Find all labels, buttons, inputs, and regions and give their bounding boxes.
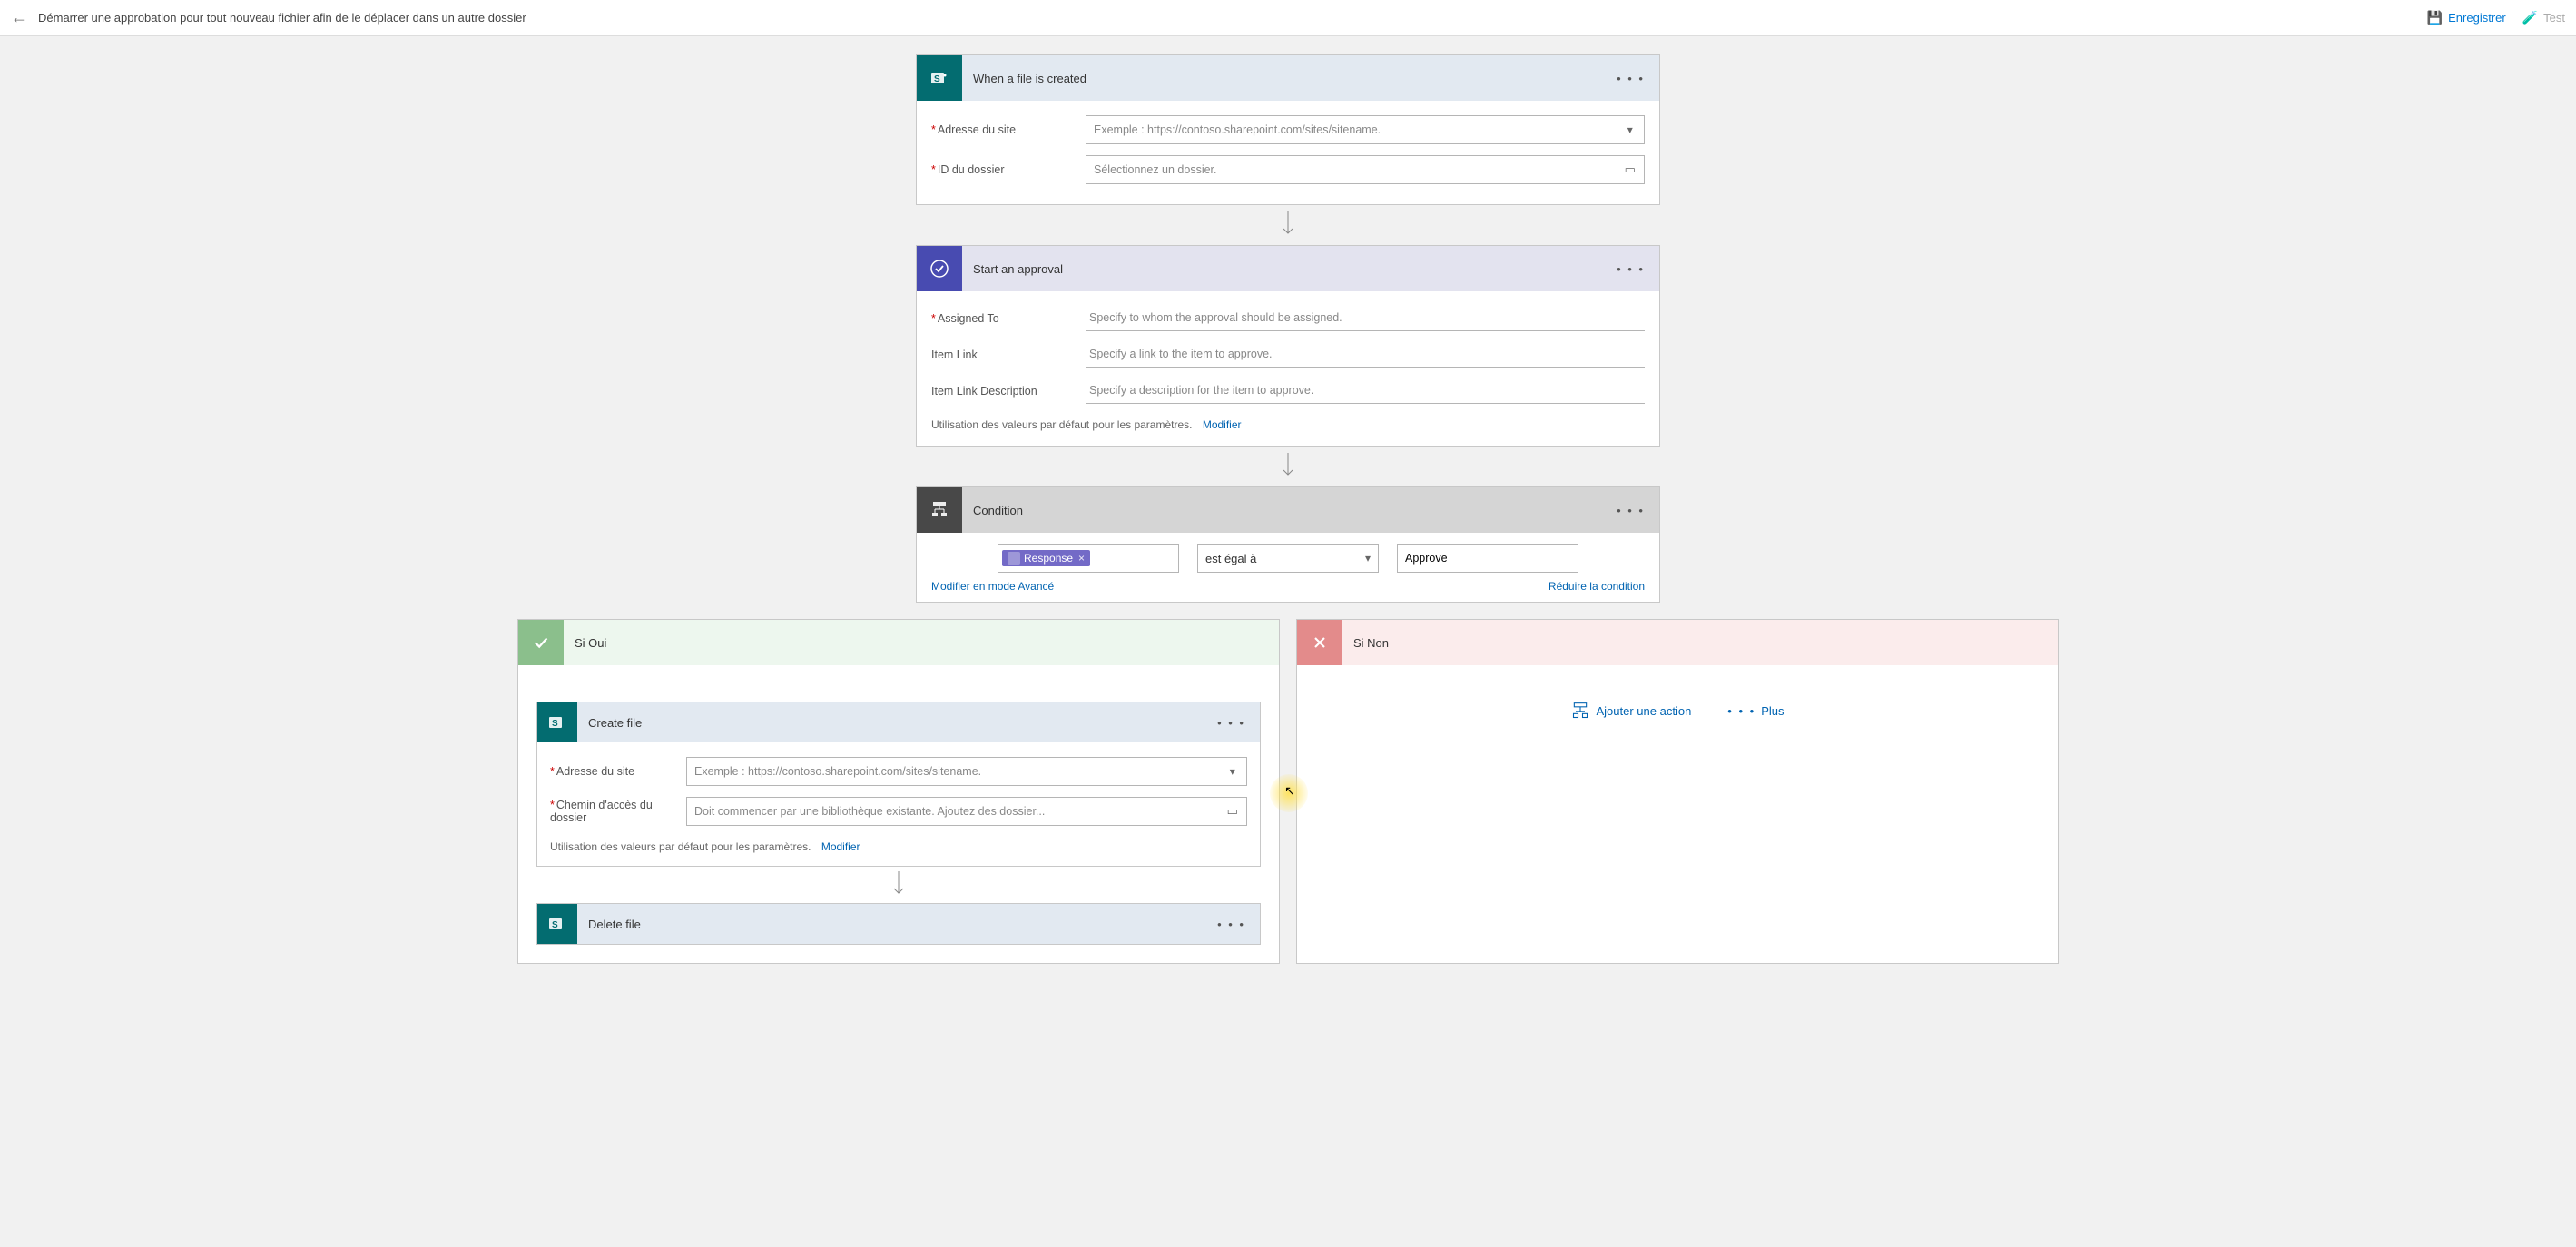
save-label: Enregistrer bbox=[2448, 11, 2506, 25]
cf-defaults-text: Utilisation des valeurs par défaut pour … bbox=[550, 840, 811, 853]
item-link-input[interactable] bbox=[1086, 342, 1645, 366]
folder-picker-icon[interactable]: ▭ bbox=[1617, 156, 1644, 183]
add-action-button[interactable]: Ajouter une action bbox=[1571, 702, 1692, 720]
condition-title: Condition bbox=[973, 504, 1023, 517]
site-address-label: Adresse du site bbox=[931, 123, 1086, 136]
step-when-file-created: S When a file is created • • • Adresse d… bbox=[916, 54, 1660, 205]
create-file-header[interactable]: S Create file • • • bbox=[537, 702, 1260, 742]
site-address-field[interactable]: ▾ bbox=[1086, 115, 1645, 144]
delete-file-title: Delete file bbox=[588, 918, 641, 931]
condition-left-field[interactable]: Response × bbox=[998, 544, 1179, 573]
cf-site-field[interactable]: ▾ bbox=[686, 757, 1247, 786]
branch-no-title: Si Non bbox=[1353, 636, 1389, 650]
step1-title: When a file is created bbox=[973, 72, 1086, 85]
step-condition: Condition • • • Response × est égal à ▾ bbox=[916, 486, 1660, 603]
token-icon bbox=[1008, 552, 1020, 565]
page-title: Démarrer une approbation pour tout nouve… bbox=[38, 11, 526, 25]
folder-id-field[interactable]: ▭ bbox=[1086, 155, 1645, 184]
test-label: Test bbox=[2543, 11, 2565, 25]
add-action-label: Ajouter une action bbox=[1597, 704, 1692, 718]
svg-text:S: S bbox=[552, 719, 558, 729]
create-file-menu[interactable]: • • • bbox=[1215, 712, 1247, 733]
back-button[interactable]: ← bbox=[11, 8, 27, 27]
step2-menu[interactable]: • • • bbox=[1615, 259, 1647, 280]
item-link-desc-field[interactable] bbox=[1086, 378, 1645, 404]
sharepoint-icon: S bbox=[537, 904, 577, 944]
step1-header[interactable]: S When a file is created • • • bbox=[917, 55, 1659, 101]
save-icon: 💾 bbox=[2427, 10, 2443, 25]
token-label: Response bbox=[1024, 552, 1073, 565]
flow-arrow bbox=[891, 867, 906, 903]
assigned-to-field[interactable] bbox=[1086, 306, 1645, 331]
cf-path-label: Chemin d'accès du dossier bbox=[550, 799, 686, 824]
folder-picker-icon[interactable]: ▭ bbox=[1219, 798, 1246, 825]
delete-file-menu[interactable]: • • • bbox=[1215, 914, 1247, 935]
defaults-text: Utilisation des valeurs par défaut pour … bbox=[931, 418, 1192, 431]
flow-arrow bbox=[1281, 205, 1295, 245]
branch-yes-header: Si Oui bbox=[518, 620, 1279, 665]
cf-site-label: Adresse du site bbox=[550, 765, 686, 778]
condition-header[interactable]: Condition • • • bbox=[917, 487, 1659, 533]
step-start-approval: Start an approval • • • Assigned To Item… bbox=[916, 245, 1660, 447]
step2-header[interactable]: Start an approval • • • bbox=[917, 246, 1659, 291]
site-address-input[interactable] bbox=[1086, 116, 1617, 143]
step-delete-file: S Delete file • • • bbox=[536, 903, 1261, 945]
folder-id-input[interactable] bbox=[1086, 156, 1617, 183]
chevron-down-icon[interactable]: ▾ bbox=[1219, 758, 1246, 785]
folder-id-label: ID du dossier bbox=[931, 163, 1086, 176]
advanced-mode-link[interactable]: Modifier en mode Avancé bbox=[931, 580, 1054, 593]
sharepoint-icon: S bbox=[537, 702, 577, 742]
more-button[interactable]: • • • Plus bbox=[1727, 704, 1784, 718]
check-icon bbox=[518, 620, 564, 665]
condition-icon bbox=[917, 487, 962, 533]
chevron-down-icon: ▾ bbox=[1365, 552, 1371, 565]
branch-no-header: Si Non bbox=[1297, 620, 2058, 665]
step1-menu[interactable]: • • • bbox=[1615, 68, 1647, 89]
item-link-desc-label: Item Link Description bbox=[931, 385, 1086, 398]
branch-yes: Si Oui S Create file • • • Adresse du si… bbox=[517, 619, 1280, 964]
cf-site-input[interactable] bbox=[687, 758, 1219, 785]
response-token[interactable]: Response × bbox=[1002, 550, 1090, 566]
item-link-field[interactable] bbox=[1086, 342, 1645, 368]
branch-no: Si Non Ajouter une action • • • Plus ↖ bbox=[1296, 619, 2059, 964]
condition-value-input[interactable] bbox=[1397, 544, 1578, 573]
collapse-condition-link[interactable]: Réduire la condition bbox=[1549, 580, 1645, 593]
add-action-icon bbox=[1571, 702, 1589, 720]
condition-menu[interactable]: • • • bbox=[1615, 500, 1647, 521]
item-link-label: Item Link bbox=[931, 349, 1086, 361]
branch-yes-title: Si Oui bbox=[575, 636, 606, 650]
operator-value: est égal à bbox=[1205, 552, 1256, 565]
test-button[interactable]: 🧪 Test bbox=[2522, 10, 2565, 25]
close-icon bbox=[1297, 620, 1342, 665]
token-remove-icon[interactable]: × bbox=[1078, 552, 1085, 565]
assigned-to-label: Assigned To bbox=[931, 312, 1086, 325]
sharepoint-icon: S bbox=[917, 55, 962, 101]
cursor-icon: ↖ bbox=[1284, 783, 1295, 799]
delete-file-header[interactable]: S Delete file • • • bbox=[537, 904, 1260, 944]
edit-defaults-link[interactable]: Modifier bbox=[1203, 418, 1242, 431]
chevron-down-icon[interactable]: ▾ bbox=[1617, 116, 1644, 143]
approval-icon bbox=[917, 246, 962, 291]
assigned-to-input[interactable] bbox=[1086, 306, 1645, 329]
svg-text:S: S bbox=[552, 920, 558, 930]
more-label: Plus bbox=[1761, 704, 1784, 718]
test-icon: 🧪 bbox=[2522, 10, 2538, 25]
condition-operator-select[interactable]: est égal à ▾ bbox=[1197, 544, 1379, 573]
cf-edit-defaults-link[interactable]: Modifier bbox=[821, 840, 860, 853]
save-button[interactable]: 💾 Enregistrer bbox=[2427, 10, 2506, 25]
more-dots-icon: • • • bbox=[1727, 704, 1755, 718]
cf-path-input[interactable] bbox=[687, 798, 1219, 825]
cf-path-field[interactable]: ▭ bbox=[686, 797, 1247, 826]
step-create-file: S Create file • • • Adresse du site ▾ bbox=[536, 702, 1261, 867]
item-link-desc-input[interactable] bbox=[1086, 378, 1645, 402]
flow-arrow bbox=[1281, 447, 1295, 486]
svg-text:S: S bbox=[934, 74, 940, 84]
step2-title: Start an approval bbox=[973, 262, 1063, 276]
create-file-title: Create file bbox=[588, 716, 642, 730]
